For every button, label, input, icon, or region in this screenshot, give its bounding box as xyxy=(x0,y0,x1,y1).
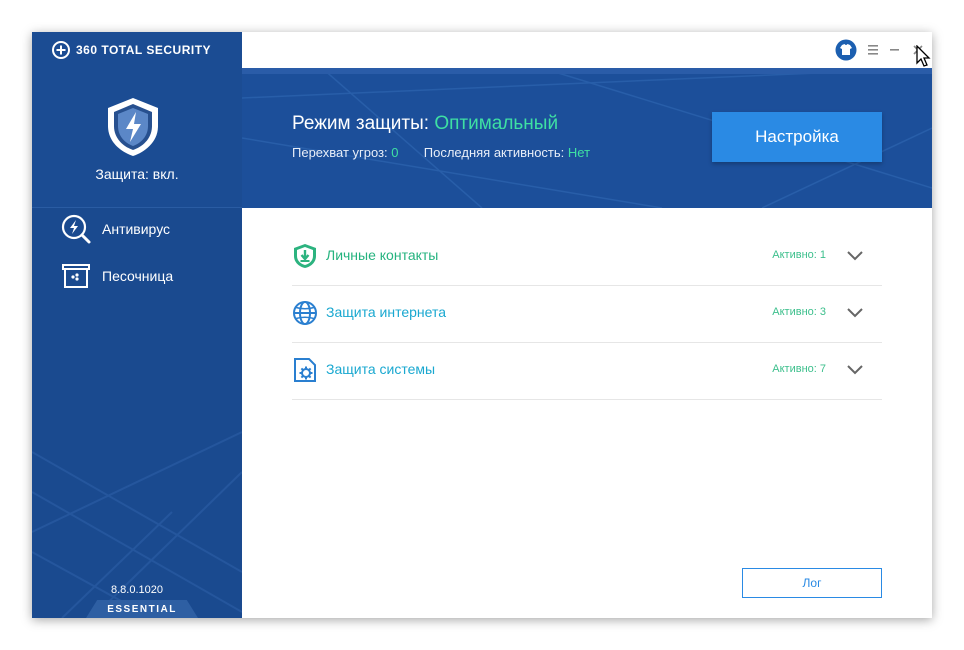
log-button[interactable]: Лог xyxy=(742,568,882,598)
globe-icon xyxy=(293,301,317,325)
module-row-internet-protection[interactable]: Защита интернета Активно: 3 xyxy=(292,285,882,343)
module-row-system-protection[interactable]: Защита системы Активно: 7 xyxy=(292,342,882,400)
title-bar xyxy=(242,32,932,68)
module-status: Активно: 1 xyxy=(772,249,826,261)
edition-badge: ESSENTIAL xyxy=(86,600,198,618)
menu-icon[interactable] xyxy=(867,45,879,55)
sandbox-icon xyxy=(62,264,90,288)
skin-icon[interactable] xyxy=(835,39,857,61)
version-label: 8.8.0.1020 xyxy=(111,584,163,596)
mouse-cursor-icon xyxy=(916,45,931,67)
module-status: Активно: 7 xyxy=(772,363,826,375)
module-label: Защита системы xyxy=(326,361,436,377)
intercept-label: Перехват угроз: xyxy=(292,145,388,160)
protection-stats: Перехват угроз: 0 Последняя активность: … xyxy=(292,145,590,160)
modules-panel: Личные контакты Активно: 1 Защита интерн… xyxy=(242,208,932,618)
module-label: Личные контакты xyxy=(326,247,439,263)
mode-label: Режим защиты: xyxy=(292,113,430,134)
activity-label: Последняя активность: xyxy=(423,145,565,160)
chevron-down-icon[interactable] xyxy=(846,306,864,320)
protection-status: Защита: вкл. xyxy=(95,166,179,182)
system-gear-icon xyxy=(294,358,316,382)
module-status: Активно: 3 xyxy=(772,306,826,318)
brand-logo-icon xyxy=(52,41,70,59)
protection-shield-icon[interactable] xyxy=(105,96,161,158)
module-row-personal-contacts[interactable]: Личные контакты Активно: 1 xyxy=(292,228,882,286)
chevron-down-icon[interactable] xyxy=(846,249,864,263)
sidebar-item-sandbox[interactable]: Песочница xyxy=(60,260,173,292)
mode-value[interactable]: Оптимальный xyxy=(434,113,558,134)
activity-value: Нет xyxy=(567,145,591,160)
brand-name: 360 TOTAL SECURITY xyxy=(76,43,212,57)
protection-header: Режим защиты: Оптимальный Перехват угроз… xyxy=(242,68,932,208)
chevron-down-icon[interactable] xyxy=(846,363,864,377)
protection-mode: Режим защиты: Оптимальный xyxy=(292,113,558,135)
app-window: 360 TOTAL SECURITY Защита: вкл. Антивиру… xyxy=(32,32,932,618)
minimize-icon[interactable] xyxy=(889,44,901,54)
sidebar-item-antivirus[interactable]: Антивирус xyxy=(60,213,170,245)
brand: 360 TOTAL SECURITY xyxy=(52,41,211,59)
sidebar-item-label: Антивирус xyxy=(102,221,171,237)
module-label: Защита интернета xyxy=(326,304,446,320)
intercept-value: 0 xyxy=(391,145,399,160)
sidebar-divider xyxy=(32,207,242,208)
antivirus-icon xyxy=(61,214,91,244)
sidebar: 360 TOTAL SECURITY Защита: вкл. Антивиру… xyxy=(32,32,242,618)
sidebar-item-label: Песочница xyxy=(102,268,174,284)
contacts-shield-icon xyxy=(294,244,316,268)
settings-button[interactable]: Настройка xyxy=(712,112,882,162)
